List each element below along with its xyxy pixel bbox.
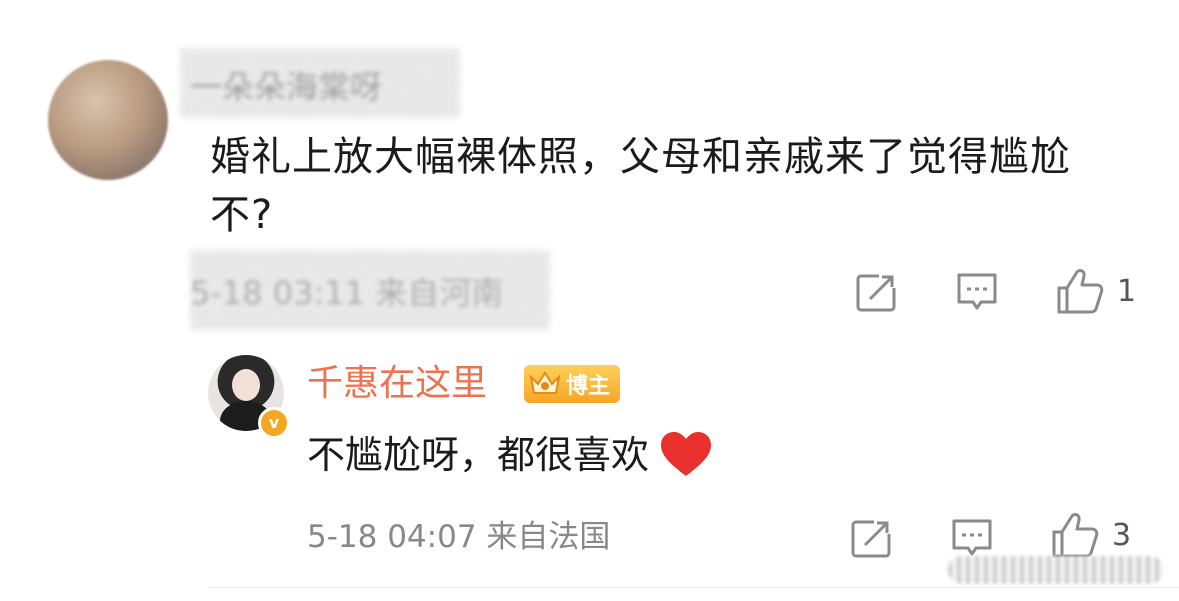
watermark bbox=[948, 556, 1164, 584]
share-button[interactable] bbox=[850, 516, 894, 560]
comment-text: 婚礼上放大幅裸体照，父母和亲戚来了觉得尴尬不? bbox=[210, 134, 1071, 238]
avatar[interactable] bbox=[48, 60, 168, 180]
reply-button[interactable] bbox=[955, 270, 999, 314]
like-icon bbox=[1057, 269, 1104, 314]
reply-author[interactable]: 千惠在这里 bbox=[307, 360, 487, 408]
reply-text-row: 不尴尬呀，都很喜欢 bbox=[307, 428, 713, 482]
comment-author[interactable]: 一朵朵海棠呀 bbox=[190, 62, 382, 112]
share-button[interactable] bbox=[855, 270, 899, 314]
like-button[interactable]: 3 bbox=[1050, 510, 1131, 560]
host-badge: 博主 bbox=[524, 365, 621, 403]
share-icon bbox=[856, 272, 897, 312]
comment-icon bbox=[957, 273, 997, 310]
crown-icon bbox=[529, 371, 561, 394]
host-badge-label: 博主 bbox=[566, 374, 611, 399]
reply-text: 不尴尬呀，都很喜欢 bbox=[307, 433, 650, 477]
like-button[interactable]: 1 bbox=[1055, 266, 1136, 316]
heart-icon bbox=[661, 432, 712, 476]
reply-meta: 5-18 04:07 来自法国 bbox=[307, 519, 611, 555]
verified-badge: v bbox=[258, 407, 290, 439]
comment-meta: 5-18 03:11 来自河南 bbox=[190, 274, 504, 312]
divider bbox=[210, 587, 1179, 588]
comment-icon bbox=[952, 519, 992, 556]
share-icon bbox=[851, 518, 892, 558]
reply-button[interactable] bbox=[950, 516, 994, 560]
like-count: 1 bbox=[1117, 273, 1137, 309]
like-icon bbox=[1052, 513, 1099, 558]
like-count: 3 bbox=[1112, 517, 1132, 553]
